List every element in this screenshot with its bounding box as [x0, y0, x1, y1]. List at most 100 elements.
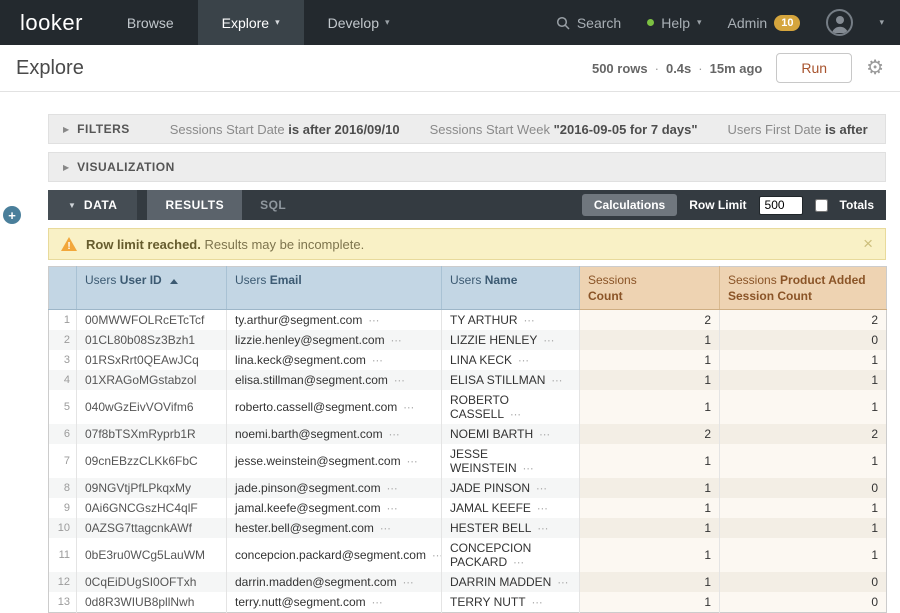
looker-logo[interactable]: looker: [0, 0, 103, 45]
gear-icon[interactable]: ⚙: [866, 58, 884, 78]
cell-menu-icon[interactable]: ⋯: [387, 483, 398, 495]
column-header-name[interactable]: Users Name: [442, 267, 580, 310]
cell-user-id[interactable]: 01CL80b08Sz3Bzh1: [77, 330, 227, 350]
cell-user-id[interactable]: 0CqEiDUgSI0OFTxh: [77, 572, 227, 592]
data-toggle[interactable]: ▼ DATA: [48, 190, 137, 220]
admin-menu[interactable]: Admin 10: [728, 15, 801, 31]
cell-name[interactable]: ELISA STILLMAN⋯: [442, 370, 580, 390]
filter-item[interactable]: Users First Date is after 2016/09/10: [728, 122, 872, 137]
totals-checkbox[interactable]: [815, 199, 828, 212]
cell-name[interactable]: HESTER BELL⋯: [442, 518, 580, 538]
cell-email[interactable]: jamal.keefe@segment.com⋯: [227, 498, 442, 518]
cell-name[interactable]: LIZZIE HENLEY⋯: [442, 330, 580, 350]
cell-email[interactable]: lizzie.henley@segment.com⋯: [227, 330, 442, 350]
cell-name[interactable]: CONCEPCION PACKARD⋯: [442, 538, 580, 572]
tab-results[interactable]: RESULTS: [147, 190, 242, 220]
cell-product-added-count[interactable]: 1: [720, 350, 887, 370]
cell-menu-icon[interactable]: ⋯: [372, 597, 383, 609]
cell-product-added-count[interactable]: 1: [720, 518, 887, 538]
cell-menu-icon[interactable]: ⋯: [524, 315, 535, 327]
cell-product-added-count[interactable]: 0: [720, 572, 887, 592]
cell-sessions-count[interactable]: 1: [580, 350, 720, 370]
cell-menu-icon[interactable]: ⋯: [510, 409, 521, 421]
cell-product-added-count[interactable]: 1: [720, 390, 887, 424]
cell-user-id[interactable]: 0Ai6GNCGszHC4qlF: [77, 498, 227, 518]
cell-menu-icon[interactable]: ⋯: [557, 577, 568, 589]
cell-name[interactable]: TERRY NUTT⋯: [442, 592, 580, 613]
cell-name[interactable]: NOEMI BARTH⋯: [442, 424, 580, 444]
filters-toggle[interactable]: ▶ FILTERS: [63, 122, 130, 136]
cell-menu-icon[interactable]: ⋯: [543, 335, 554, 347]
cell-user-id[interactable]: 01XRAGoMGstabzol: [77, 370, 227, 390]
cell-user-id[interactable]: 0AZSG7ttagcnkAWf: [77, 518, 227, 538]
cell-menu-icon[interactable]: ⋯: [537, 503, 548, 515]
cell-email[interactable]: jade.pinson@segment.com⋯: [227, 478, 442, 498]
cell-user-id[interactable]: 09cnEBzzCLKk6FbC: [77, 444, 227, 478]
cell-sessions-count[interactable]: 1: [580, 538, 720, 572]
help-menu[interactable]: Help ▾: [647, 15, 701, 31]
cell-name[interactable]: JAMAL KEEFE⋯: [442, 498, 580, 518]
nav-develop[interactable]: Develop ▾: [304, 0, 414, 45]
cell-email[interactable]: elisa.stillman@segment.com⋯: [227, 370, 442, 390]
cell-sessions-count[interactable]: 2: [580, 424, 720, 444]
cell-email[interactable]: ty.arthur@segment.com⋯: [227, 310, 442, 331]
cell-sessions-count[interactable]: 1: [580, 370, 720, 390]
cell-product-added-count[interactable]: 1: [720, 370, 887, 390]
cell-sessions-count[interactable]: 1: [580, 592, 720, 613]
chevron-down-icon[interactable]: ▾: [879, 17, 884, 28]
cell-user-id[interactable]: 00MWWFOLRcETcTcf: [77, 310, 227, 331]
filter-item[interactable]: Sessions Start Date is after 2016/09/10: [170, 122, 400, 137]
cell-menu-icon[interactable]: ⋯: [551, 375, 562, 387]
cell-menu-icon[interactable]: ⋯: [403, 577, 414, 589]
tab-sql[interactable]: SQL: [242, 190, 304, 220]
cell-name[interactable]: JESSE WEINSTEIN⋯: [442, 444, 580, 478]
cell-sessions-count[interactable]: 1: [580, 518, 720, 538]
cell-menu-icon[interactable]: ⋯: [380, 523, 391, 535]
visualization-toggle[interactable]: ▶ VISUALIZATION: [63, 160, 175, 174]
cell-sessions-count[interactable]: 1: [580, 498, 720, 518]
cell-menu-icon[interactable]: ⋯: [536, 483, 547, 495]
cell-sessions-count[interactable]: 2: [580, 310, 720, 331]
column-header-email[interactable]: Users Email: [227, 267, 442, 310]
cell-menu-icon[interactable]: ⋯: [394, 375, 405, 387]
cell-email[interactable]: jesse.weinstein@segment.com⋯: [227, 444, 442, 478]
cell-email[interactable]: concepcion.packard@segment.com⋯: [227, 538, 442, 572]
filter-item[interactable]: Sessions Start Week "2016-09-05 for 7 da…: [430, 122, 698, 137]
cell-menu-icon[interactable]: ⋯: [372, 355, 383, 367]
cell-product-added-count[interactable]: 2: [720, 424, 887, 444]
cell-sessions-count[interactable]: 1: [580, 478, 720, 498]
column-header-sessions-count[interactable]: Sessions Count: [580, 267, 720, 310]
cell-user-id[interactable]: 040wGzEivVOVifm6: [77, 390, 227, 424]
cell-menu-icon[interactable]: ⋯: [513, 557, 524, 569]
row-limit-input[interactable]: [759, 196, 803, 215]
cell-user-id[interactable]: 0bE3ru0WCg5LauWM: [77, 538, 227, 572]
cell-sessions-count[interactable]: 1: [580, 390, 720, 424]
cell-sessions-count[interactable]: 1: [580, 330, 720, 350]
cell-menu-icon[interactable]: ⋯: [523, 463, 534, 475]
cell-menu-icon[interactable]: ⋯: [387, 503, 398, 515]
cell-email[interactable]: terry.nutt@segment.com⋯: [227, 592, 442, 613]
cell-menu-icon[interactable]: ⋯: [407, 456, 418, 468]
cell-product-added-count[interactable]: 2: [720, 310, 887, 331]
cell-menu-icon[interactable]: ⋯: [389, 429, 400, 441]
cell-name[interactable]: TY ARTHUR⋯: [442, 310, 580, 331]
cell-name[interactable]: LINA KECK⋯: [442, 350, 580, 370]
cell-product-added-count[interactable]: 1: [720, 538, 887, 572]
cell-menu-icon[interactable]: ⋯: [432, 550, 442, 562]
cell-menu-icon[interactable]: ⋯: [532, 597, 543, 609]
cell-name[interactable]: DARRIN MADDEN⋯: [442, 572, 580, 592]
cell-product-added-count[interactable]: 1: [720, 498, 887, 518]
cell-email[interactable]: hester.bell@segment.com⋯: [227, 518, 442, 538]
cell-email[interactable]: roberto.cassell@segment.com⋯: [227, 390, 442, 424]
cell-product-added-count[interactable]: 0: [720, 592, 887, 613]
cell-menu-icon[interactable]: ⋯: [518, 355, 529, 367]
close-icon[interactable]: ×: [863, 234, 873, 254]
column-header-product-added-count[interactable]: Sessions Product Added Session Count: [720, 267, 887, 310]
cell-user-id[interactable]: 01RSxRrt0QEAwJCq: [77, 350, 227, 370]
cell-menu-icon[interactable]: ⋯: [403, 402, 414, 414]
cell-name[interactable]: JADE PINSON⋯: [442, 478, 580, 498]
add-field-button[interactable]: +: [3, 206, 21, 224]
cell-user-id[interactable]: 07f8bTSXmRyprb1R: [77, 424, 227, 444]
cell-product-added-count[interactable]: 0: [720, 478, 887, 498]
run-button[interactable]: Run: [776, 53, 852, 83]
